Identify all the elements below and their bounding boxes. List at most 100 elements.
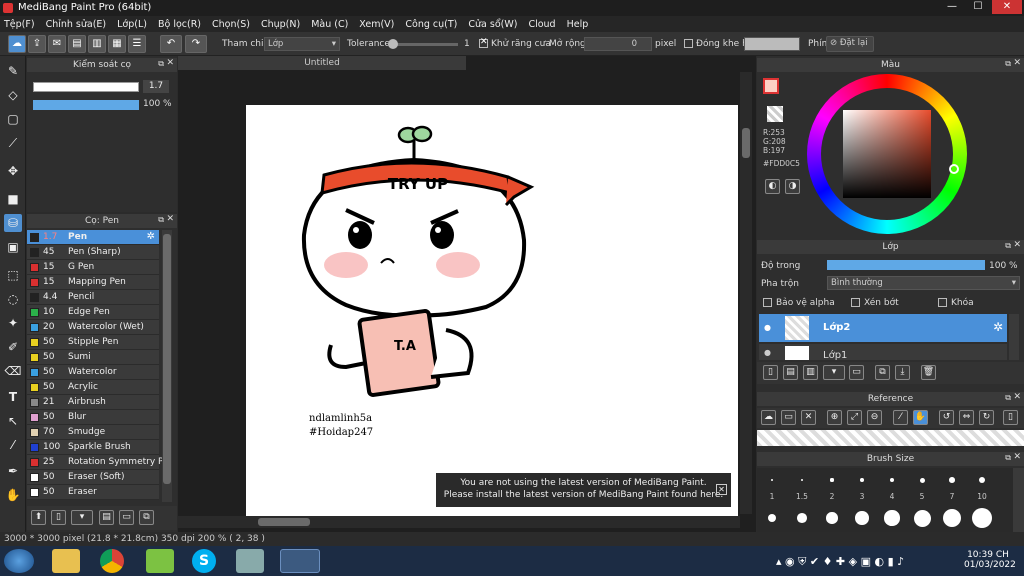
delete-layer-icon[interactable]: 🗑 (921, 365, 936, 380)
panel-float-icon[interactable]: ⧉ (158, 59, 164, 69)
brush-settings-icon[interactable]: ▤ (99, 510, 114, 525)
vertical-scrollbar[interactable] (740, 72, 752, 514)
menu-help[interactable]: Help (567, 19, 589, 30)
close-icon[interactable]: ✕ (166, 58, 174, 68)
brush-item[interactable]: 50 Eraser (Soft) (27, 470, 159, 485)
brush-options-icon[interactable]: ▾ (71, 510, 93, 525)
zoom-in-icon[interactable]: ⊕ (827, 410, 842, 425)
brush-item[interactable]: 20 Watercolor (Wet) (27, 320, 159, 335)
eyedropper-icon[interactable]: ⁄ (4, 436, 22, 454)
brush-item[interactable]: 45 Pen (Sharp) (27, 245, 159, 260)
tolerance-slider[interactable] (388, 39, 458, 49)
brush-size-value[interactable]: 1.7 (143, 80, 169, 93)
halftone-layer-icon[interactable]: ▤ (783, 365, 798, 380)
brush-opacity-bar[interactable] (33, 100, 139, 110)
fill-rect-tool-icon[interactable]: ■ (4, 190, 22, 208)
skype-icon[interactable]: S (192, 549, 216, 573)
brush-item[interactable]: 21 Airbrush (27, 395, 159, 410)
clock[interactable]: 10:39 CH 01/03/2022 (964, 550, 1016, 570)
menu-tools[interactable]: Công cụ(T) (405, 19, 457, 30)
brush-size-bar[interactable] (33, 82, 139, 92)
eraser-tool-icon[interactable]: ◇ (4, 86, 22, 104)
lasso-tool-icon[interactable]: ◌ (4, 290, 22, 308)
brush-item[interactable]: 100 Sparkle Brush (27, 440, 159, 455)
text-tool-icon[interactable]: T (4, 388, 22, 406)
panel-float-icon[interactable]: ⧉ (1005, 393, 1011, 403)
new-layer-icon[interactable]: ▯ (763, 365, 778, 380)
antialias-checkbox[interactable]: ✕ (479, 37, 488, 48)
panel-float-icon[interactable]: ⧉ (1005, 59, 1011, 69)
brush-tool-icon[interactable]: ✎ (4, 62, 22, 80)
eye-icon[interactable]: ● (764, 348, 771, 357)
brush-item[interactable]: 50 Blur (27, 410, 159, 425)
redo-icon[interactable]: ↷ (185, 35, 207, 53)
panel-float-icon[interactable]: ⧉ (158, 215, 164, 225)
flip-icon[interactable]: ⇔ (959, 410, 974, 425)
document-tab[interactable]: Untitled (178, 56, 466, 70)
share-icon[interactable]: ⇪ (28, 35, 46, 53)
grid-icon[interactable]: ▦ (108, 35, 126, 53)
hue-marker[interactable] (949, 164, 959, 174)
undo-icon[interactable]: ↶ (160, 35, 182, 53)
menu-layer[interactable]: Lớp(L) (117, 19, 147, 30)
fit-icon[interactable]: ⤢ (847, 410, 862, 425)
clipping-checkbox[interactable] (851, 298, 860, 307)
menu-capture[interactable]: Chụp(N) (261, 19, 300, 30)
gear-icon[interactable]: ✲ (147, 231, 155, 242)
maximize-button[interactable]: ☐ (966, 0, 990, 14)
expand-input[interactable]: 0 (584, 37, 652, 51)
layer-row[interactable]: ● Lớp1 (759, 344, 1007, 360)
menu-view[interactable]: Xem(V) (359, 19, 394, 30)
lock-checkbox[interactable] (938, 298, 947, 307)
brush-size-cell[interactable]: 3 (847, 468, 877, 532)
brush-item[interactable]: 50 Sumi (27, 350, 159, 365)
select-eraser-icon[interactable]: ⌫ (4, 362, 22, 380)
line-tool-icon[interactable]: ⟋ (4, 134, 22, 152)
brush-item[interactable]: 4.4 Pencil (27, 290, 159, 305)
magic-wand-icon[interactable]: ✦ (4, 314, 22, 332)
menu-cloud[interactable]: Cloud (528, 19, 555, 30)
add-layer-menu-icon[interactable]: ▾ (823, 365, 845, 380)
layer-row[interactable]: ● Lớp2 ✲ (759, 314, 1007, 342)
close-gap-checkbox[interactable] (684, 39, 693, 48)
brush-size-cell[interactable]: 1.5 (787, 468, 817, 532)
brush-item[interactable]: 10 Edge Pen (27, 305, 159, 320)
close-icon[interactable]: ✕ (1013, 58, 1021, 68)
minimize-button[interactable]: — (940, 0, 964, 14)
duplicate-layer-icon[interactable]: ⧉ (875, 365, 890, 380)
new-brush-icon[interactable]: ▯ (51, 510, 66, 525)
cloud-icon[interactable]: ☁ (761, 410, 776, 425)
operation-tool-icon[interactable]: ↖ (4, 412, 22, 430)
start-orb-icon[interactable] (4, 549, 34, 573)
add-brush-icon[interactable]: ⬆ (31, 510, 46, 525)
open-icon[interactable]: ▭ (781, 410, 796, 425)
8bit-layer-icon[interactable]: ▥ (803, 365, 818, 380)
protect-alpha-checkbox[interactable] (763, 298, 772, 307)
close-icon[interactable]: ✕ (801, 410, 816, 425)
app-icon[interactable] (146, 549, 174, 573)
eyedropper-icon[interactable]: ⁄ (893, 410, 908, 425)
merge-layer-icon[interactable]: ⤓ (895, 365, 910, 380)
brush-list-scrollbar[interactable] (162, 230, 172, 502)
close-icon[interactable]: ✕ (1013, 240, 1021, 250)
folder-icon[interactable] (52, 549, 80, 573)
chrome-icon[interactable] (100, 549, 124, 573)
gradient-tool-icon[interactable]: ▣ (4, 238, 22, 256)
menu-select[interactable]: Chọn(S) (212, 19, 250, 30)
palette-icon[interactable]: ◐ (765, 179, 780, 194)
update-notice[interactable]: You are not using the latest version of … (436, 473, 731, 507)
brush-size-cell[interactable]: 7 (937, 468, 967, 532)
menu-window[interactable]: Cửa sổ(W) (468, 19, 517, 30)
document-icon[interactable]: ▤ (68, 35, 86, 53)
rotate-right-icon[interactable]: ↻ (979, 410, 994, 425)
panel-float-icon[interactable]: ⧉ (1005, 241, 1011, 251)
brush-size-cell[interactable]: 1 (757, 468, 787, 532)
brush-item[interactable]: 50 Watercolor (27, 365, 159, 380)
reference-preview[interactable] (757, 430, 1024, 446)
select-tool-icon[interactable]: ⬚ (4, 266, 22, 284)
brush-size-scrollbar[interactable] (1013, 468, 1024, 532)
rectangle-tool-icon[interactable]: ▢ (4, 110, 22, 128)
menu-color[interactable]: Màu (C) (311, 19, 348, 30)
brush-item[interactable]: 50 Stipple Pen (27, 335, 159, 350)
primary-color-swatch[interactable] (763, 78, 779, 94)
